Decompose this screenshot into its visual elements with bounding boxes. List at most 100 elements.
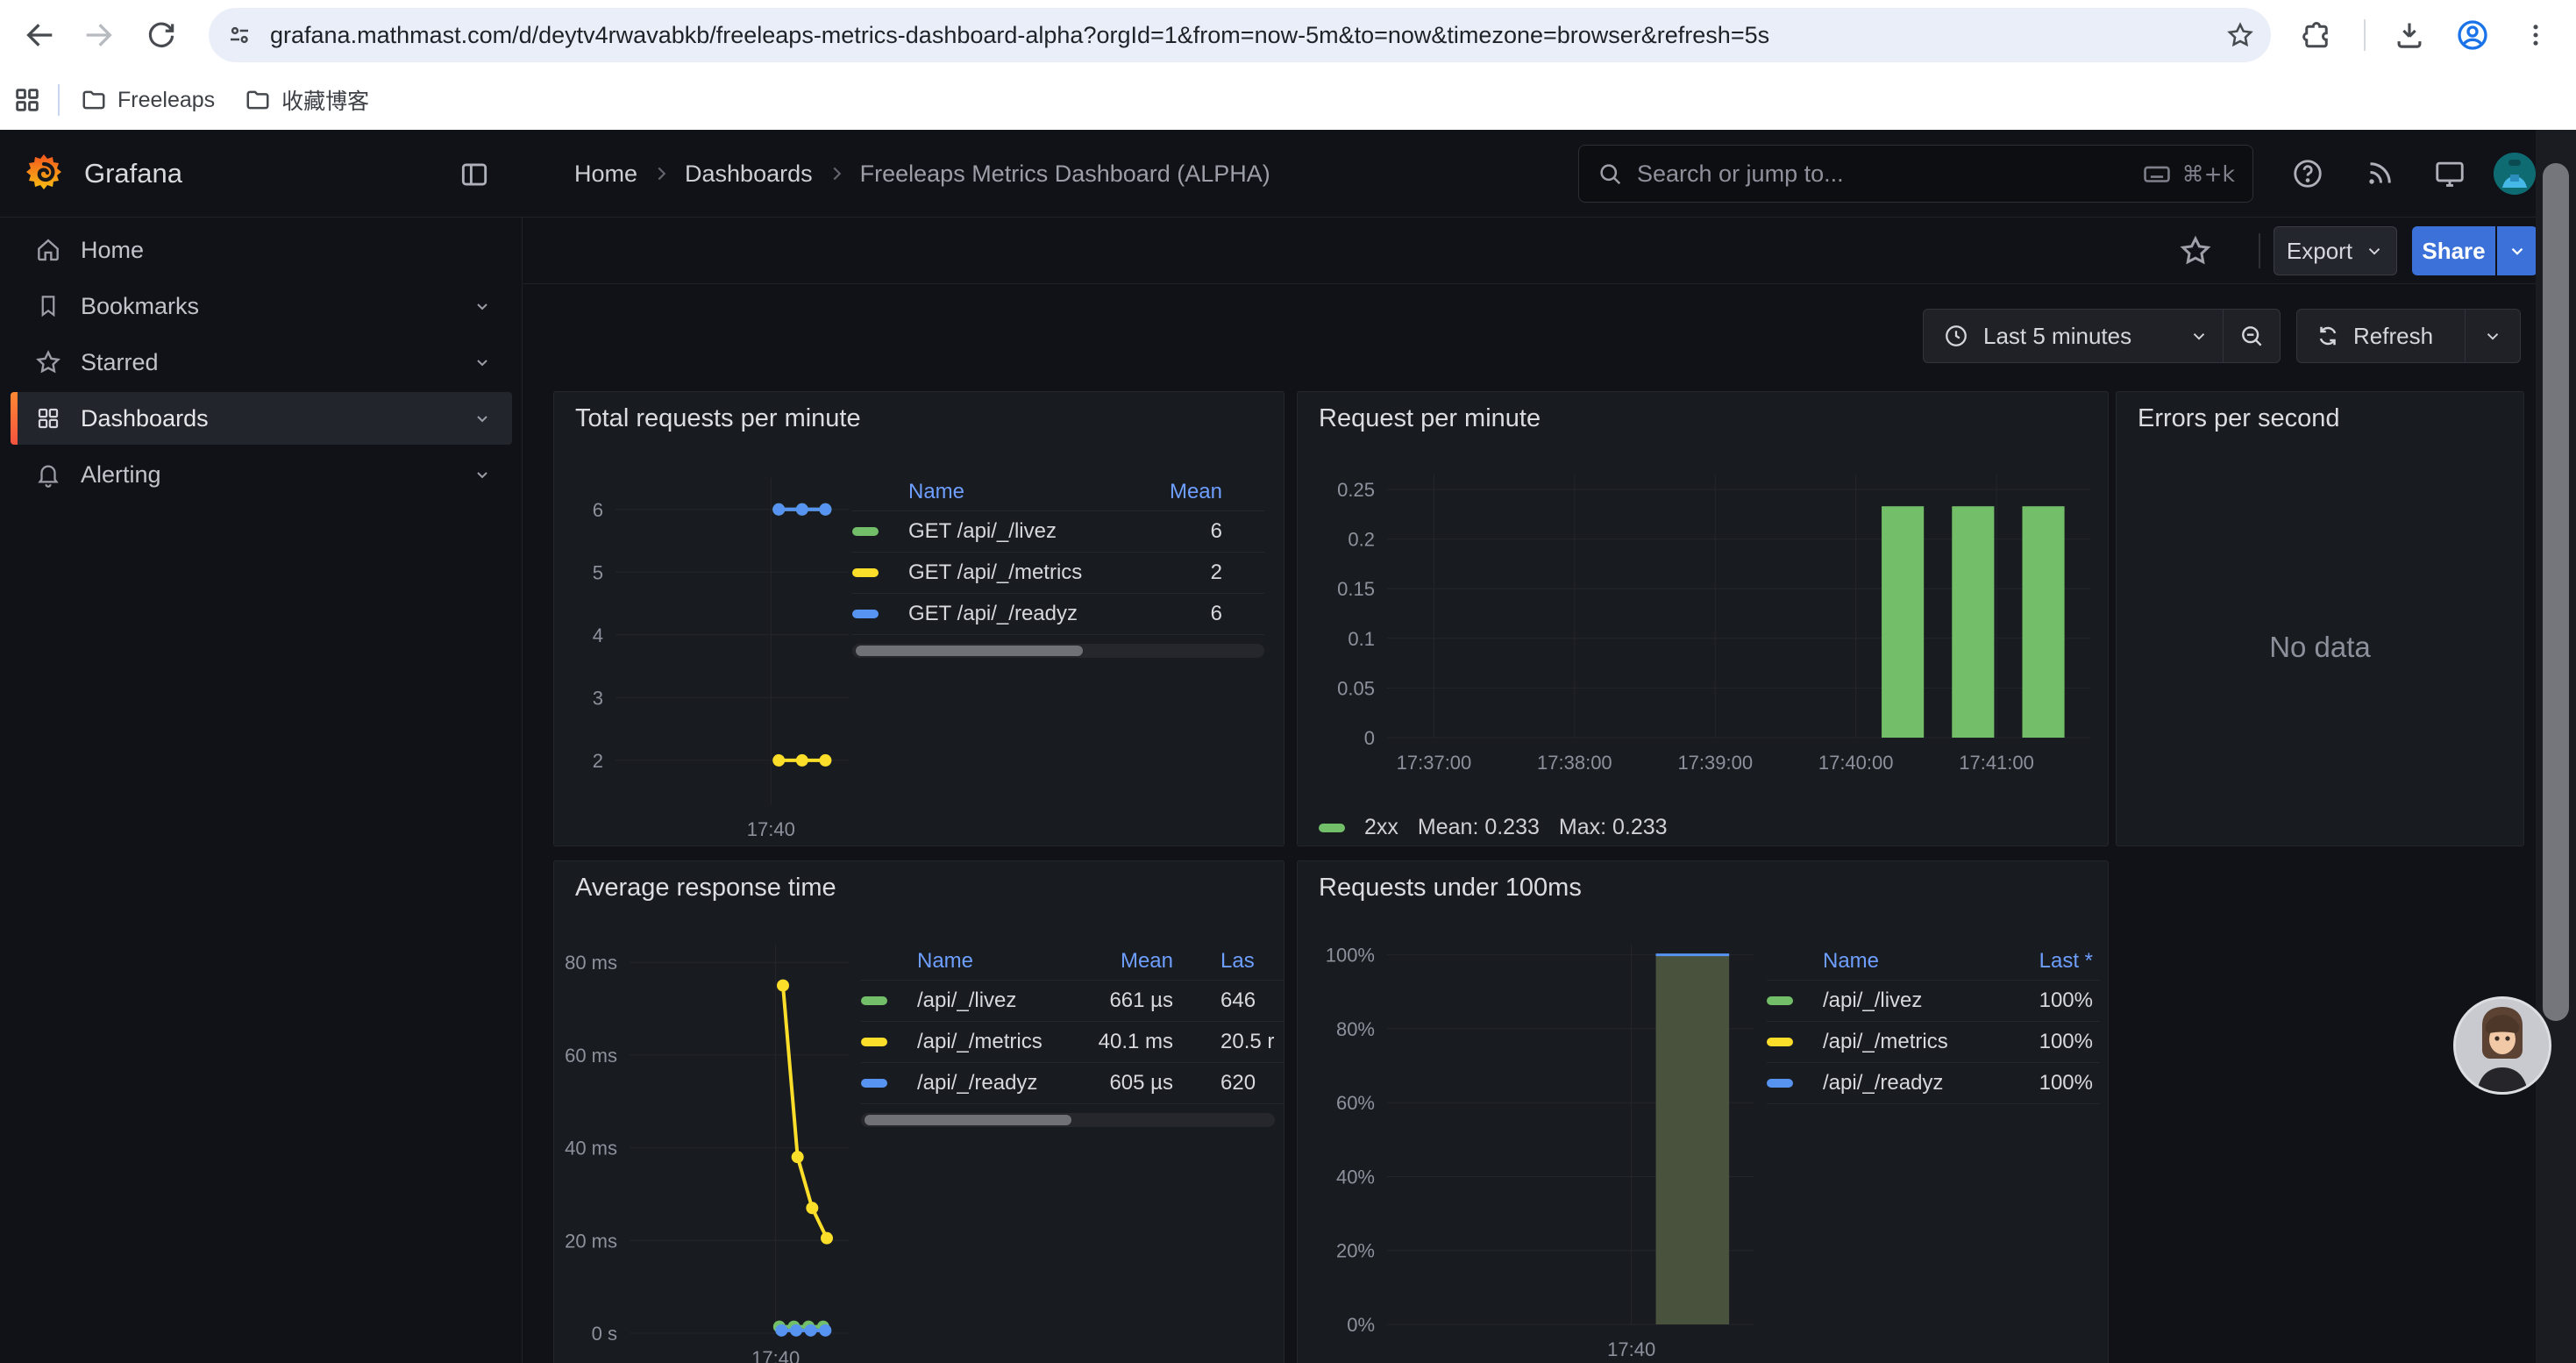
series-name[interactable]: 2xx	[1364, 815, 1398, 840]
grafana-logo-icon[interactable]	[23, 153, 65, 199]
bookmark-folder-freeleaps[interactable]: Freeleaps	[81, 87, 215, 113]
dashboards-grid-icon	[33, 403, 63, 433]
panel-title[interactable]: Average response time	[575, 874, 836, 903]
legend-col-name[interactable]: Name	[908, 480, 1126, 504]
legend-row[interactable]: /api/_/readyz 605 µs 620	[861, 1063, 1284, 1104]
legend-col-mean[interactable]: Mean	[1085, 949, 1173, 974]
extensions-icon[interactable]	[2295, 14, 2338, 56]
requests-under-100ms-chart[interactable]: 100%80%60%40%20%0%17:40	[1310, 931, 1759, 1363]
page-scrollbar-track[interactable]	[2536, 130, 2576, 1363]
legend-row[interactable]: /api/_/readyz 100%	[1767, 1063, 2100, 1104]
legend-row[interactable]: /api/_/livez 661 µs 646	[861, 981, 1284, 1022]
legend-col-mean[interactable]: Mean	[1126, 480, 1222, 504]
search-input[interactable]: Search or jump to... ⌘+k	[1578, 145, 2253, 203]
legend-row[interactable]: /api/_/metrics 40.1 ms 20.5 r	[861, 1022, 1284, 1063]
menu-kebab-icon[interactable]	[2515, 14, 2557, 56]
url-text[interactable]: grafana.mathmast.com/d/deytv4rwavabkb/fr…	[270, 8, 2146, 62]
series-name[interactable]: /api/_/metrics	[917, 1030, 1085, 1054]
series-name[interactable]: GET /api/_/livez	[908, 519, 1126, 544]
panel-left-toggle-icon[interactable]	[458, 158, 491, 196]
legend-row[interactable]: /api/_/livez 100%	[1767, 981, 2100, 1022]
scrollbar-thumb[interactable]	[865, 1115, 1071, 1125]
svg-text:80%: 80%	[1336, 1018, 1375, 1040]
downloads-icon[interactable]	[2388, 14, 2430, 56]
series-color-pill	[1767, 1079, 1793, 1088]
panel-title[interactable]: Errors per second	[2138, 404, 2340, 433]
apps-grid-icon[interactable]	[12, 85, 42, 115]
time-range-label[interactable]: Last 5 minutes	[1983, 323, 2189, 350]
sidebar-item-starred[interactable]: Starred	[11, 336, 512, 389]
dashboard-main: Export Share Last 5 minutes	[523, 218, 2576, 1363]
assistant-avatar[interactable]	[2453, 996, 2551, 1095]
series-name[interactable]: /api/_/readyz	[917, 1071, 1085, 1095]
breadcrumb-dashboards[interactable]: Dashboards	[685, 161, 813, 188]
panel-title[interactable]: Request per minute	[1319, 404, 1541, 433]
chevron-down-icon[interactable]	[472, 296, 493, 317]
site-settings-icon[interactable]	[226, 22, 253, 53]
series-color-pill	[1767, 1038, 1793, 1046]
legend-col-last[interactable]: Last *	[1996, 949, 2093, 974]
sidebar-item-bookmarks[interactable]: Bookmarks	[11, 280, 512, 332]
legend-hscrollbar[interactable]	[861, 1113, 1275, 1127]
sidebar-item-label: Home	[81, 237, 512, 264]
share-menu-button[interactable]	[2497, 226, 2537, 275]
breadcrumb: Home Dashboards Freeleaps Metrics Dashbo…	[574, 130, 1270, 218]
zoom-out-icon[interactable]	[2224, 322, 2280, 350]
news-rss-icon[interactable]	[2359, 153, 2401, 195]
user-avatar[interactable]	[2494, 153, 2536, 195]
export-button[interactable]: Export	[2274, 226, 2397, 275]
refresh-label[interactable]: Refresh	[2353, 323, 2465, 350]
legend-row[interactable]: GET /api/_/livez 6	[852, 511, 1264, 553]
total-requests-chart[interactable]: 6543217:40	[565, 467, 854, 846]
breadcrumb-home[interactable]: Home	[574, 161, 637, 188]
refresh-interval-dropdown[interactable]	[2466, 326, 2520, 346]
legend-row[interactable]: /api/_/metrics 100%	[1767, 1022, 2100, 1063]
legend-row[interactable]: GET /api/_/metrics 2	[852, 553, 1264, 594]
svg-text:100%: 100%	[1326, 945, 1375, 967]
profile-icon[interactable]	[2451, 14, 2494, 56]
help-icon[interactable]	[2287, 153, 2329, 195]
scrollbar-thumb[interactable]	[856, 646, 1083, 656]
legend-col-last[interactable]: Las	[1220, 949, 1284, 974]
panel-title[interactable]: Requests under 100ms	[1319, 874, 1582, 903]
sidebar-item-alerting[interactable]: Alerting	[11, 448, 512, 501]
legend-hscrollbar[interactable]	[852, 644, 1264, 658]
reload-icon[interactable]	[140, 14, 182, 56]
address-bar[interactable]: grafana.mathmast.com/d/deytv4rwavabkb/fr…	[209, 8, 2271, 62]
legend-row[interactable]: GET /api/_/readyz 6	[852, 594, 1264, 635]
chevron-down-icon[interactable]	[2189, 326, 2209, 346]
search-shortcut: ⌘+k	[2182, 161, 2235, 187]
svg-text:5: 5	[593, 561, 603, 583]
legend-col-name[interactable]: Name	[917, 949, 1085, 974]
request-per-minute-chart[interactable]: 0.250.20.150.10.05017:37:0017:38:0017:39…	[1310, 466, 2097, 781]
sidebar-item-dashboards[interactable]: Dashboards	[11, 392, 512, 445]
back-icon[interactable]	[19, 14, 61, 56]
monitor-icon[interactable]	[2429, 153, 2471, 195]
bookmark-star-icon[interactable]	[2225, 20, 2255, 54]
series-name[interactable]: GET /api/_/readyz	[908, 602, 1126, 626]
chevron-down-icon[interactable]	[472, 464, 493, 485]
panel-title[interactable]: Total requests per minute	[575, 404, 861, 433]
chevron-down-icon[interactable]	[472, 352, 493, 373]
series-name[interactable]: /api/_/readyz	[1823, 1071, 1996, 1095]
series-name[interactable]: /api/_/metrics	[1823, 1030, 1996, 1054]
sidebar-item-home[interactable]: Home	[11, 224, 512, 276]
folder-icon	[81, 87, 107, 113]
series-name[interactable]: GET /api/_/metrics	[908, 560, 1126, 585]
forward-icon[interactable]	[77, 14, 119, 56]
series-last: 646	[1220, 988, 1284, 1013]
chevron-down-icon[interactable]	[472, 408, 493, 429]
dashboard-toolbar: Export Share	[523, 218, 2576, 284]
series-color-pill	[1319, 824, 1345, 832]
favorite-star-icon[interactable]	[2178, 233, 2213, 273]
svg-text:3: 3	[593, 687, 603, 709]
legend-col-name[interactable]: Name	[1823, 949, 1996, 974]
svg-text:20 ms: 20 ms	[565, 1230, 617, 1252]
bookmark-folder-blogs[interactable]: 收藏博客	[245, 84, 369, 116]
avg-response-time-chart[interactable]: 80 ms60 ms40 ms20 ms0 s17:40	[565, 931, 854, 1363]
page-scrollbar-thumb[interactable]	[2543, 163, 2569, 1021]
legend-inline[interactable]: 2xx Mean: 0.233 Max: 0.233	[1319, 815, 1668, 840]
series-name[interactable]: /api/_/livez	[917, 988, 1085, 1013]
series-name[interactable]: /api/_/livez	[1823, 988, 1996, 1013]
share-button[interactable]: Share	[2412, 226, 2495, 275]
